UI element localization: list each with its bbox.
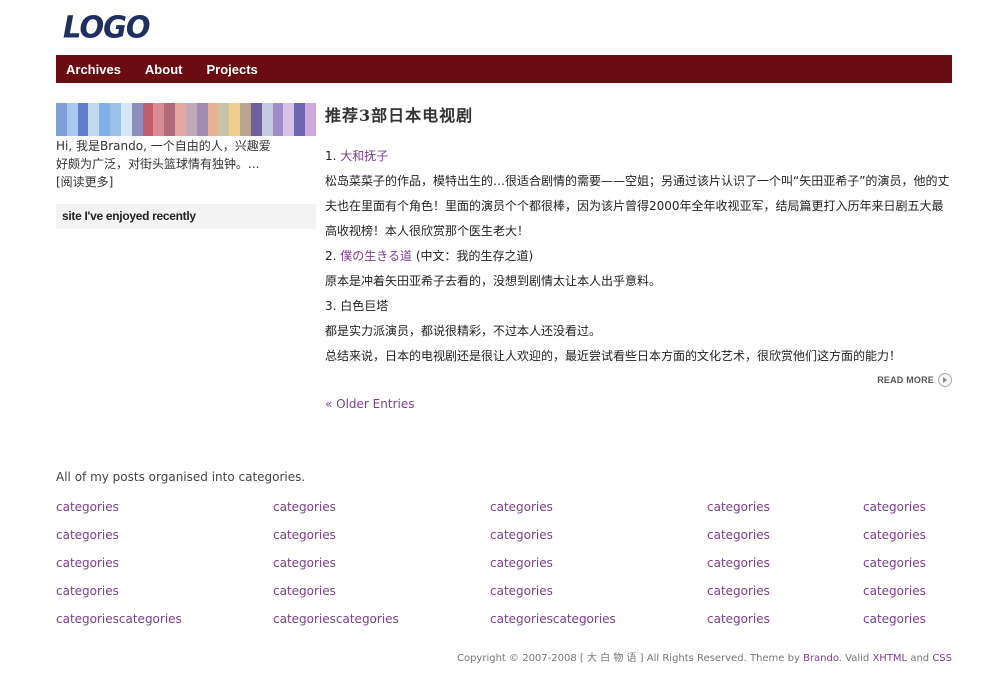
older-entries-label: « Older Entries — [325, 397, 415, 411]
banner-stripe — [66, 103, 78, 136]
category-link[interactable]: categories — [863, 556, 926, 570]
sidebar-banner-image — [56, 103, 316, 136]
banner-stripe — [175, 103, 186, 136]
banner-stripe — [250, 103, 262, 136]
author-intro: Hi, 我是Brando, 一个自由的人，兴趣爱好颇为广泛，对街头篮球情有独钟。… — [56, 139, 271, 189]
older-entries-link[interactable]: « Older Entries — [325, 397, 952, 411]
site-logo[interactable]: LOGO — [63, 9, 151, 45]
banner-stripe — [99, 103, 111, 136]
category-row: categoriescategoriescategoriescategories… — [56, 612, 952, 640]
and-text: and — [907, 653, 933, 664]
banner-stripe — [110, 103, 121, 136]
post-title[interactable]: 推荐3部日本电视剧 — [325, 102, 952, 126]
category-link[interactable]: categories — [56, 584, 119, 598]
banner-stripe — [283, 103, 295, 136]
category-link[interactable]: categories — [863, 528, 926, 542]
sidebar-box-title: site I've enjoyed recently — [56, 204, 316, 229]
category-link[interactable]: categories — [863, 500, 926, 514]
category-link[interactable]: categories — [56, 500, 119, 514]
banner-stripe — [218, 103, 230, 136]
xhtml-link[interactable]: XHTML — [872, 653, 907, 664]
category-link[interactable]: categories — [490, 584, 553, 598]
post-item-3: 3. 白色巨塔 — [325, 299, 389, 313]
categories-intro: All of my posts organised into categorie… — [56, 470, 306, 484]
category-link[interactable]: categories — [273, 528, 336, 542]
banner-stripe — [164, 103, 176, 136]
main-nav: Archives About Projects — [56, 55, 952, 83]
post-body: 1. 大和抚子 松岛菜菜子的作品，模特出生的…很适合剧情的需要——空姐；另通过该… — [325, 144, 952, 369]
category-link[interactable]: categories — [863, 584, 926, 598]
banner-stripe — [261, 103, 273, 136]
valid-text: . Valid — [838, 653, 873, 664]
nav-about[interactable]: About — [145, 62, 183, 77]
item-number: 1. — [325, 149, 341, 163]
category-link[interactable]: categories — [707, 528, 770, 542]
category-row: categories categories categories categories… — [56, 556, 952, 584]
arrow-right-icon — [938, 373, 952, 387]
banner-stripe — [88, 103, 100, 136]
category-link[interactable]: categoriescategories — [273, 612, 399, 626]
post-paragraph: 都是实力派演员，都说很精彩，不过本人还没看过。 — [325, 324, 602, 338]
theme-author-link[interactable]: Brando — [803, 653, 839, 664]
category-row: categories categories categories categories… — [56, 528, 952, 556]
banner-stripe — [229, 103, 241, 136]
category-link[interactable]: categories — [490, 500, 553, 514]
banner-stripe — [153, 103, 165, 136]
post-item-1: 1. 大和抚子 — [325, 144, 952, 169]
banner-stripe — [142, 103, 154, 136]
blog-post: 推荐3部日本电视剧 1. 大和抚子 松岛菜菜子的作品，模特出生的…很适合剧情的需… — [325, 100, 952, 411]
nav-projects[interactable]: Projects — [206, 62, 257, 77]
category-link[interactable]: categoriescategories — [56, 612, 182, 626]
post-paragraph: 松岛菜菜子的作品，模特出生的…很适合剧情的需要——空姐；另通过该片认识了一个叫“… — [325, 174, 950, 238]
post-paragraph: 原本是冲着矢田亚希子去看的，没想到剧情太让本人出乎意料。 — [325, 274, 662, 288]
category-row: categories categories categories categories… — [56, 584, 952, 612]
banner-stripe — [56, 103, 67, 136]
banner-stripe — [272, 103, 284, 136]
categories-grid: categories categories categories categories… — [56, 500, 952, 640]
category-link[interactable]: categories — [273, 500, 336, 514]
banner-stripe — [196, 103, 208, 136]
nav-archives[interactable]: Archives — [66, 62, 121, 77]
css-link[interactable]: CSS — [932, 653, 952, 664]
banner-stripe — [120, 103, 132, 136]
category-link[interactable]: categories — [863, 612, 926, 626]
banner-stripe — [185, 103, 197, 136]
category-link[interactable]: categories — [56, 556, 119, 570]
read-more-button[interactable]: READ MORE — [325, 373, 952, 387]
category-link[interactable]: categories — [490, 528, 553, 542]
post-item-2: 2. 僕の生きる道 (中文：我的生存之道) — [325, 244, 952, 269]
banner-stripe — [207, 103, 219, 136]
category-link[interactable]: categories — [56, 528, 119, 542]
banner-stripe — [294, 103, 306, 136]
category-link[interactable]: categories — [707, 500, 770, 514]
category-row: categories categories categories categories… — [56, 500, 952, 528]
drama-link-boku-no-ikiru-michi[interactable]: 僕の生きる道 — [340, 249, 412, 263]
category-link[interactable]: categories — [490, 556, 553, 570]
category-link[interactable]: categories — [707, 584, 770, 598]
item-suffix: (中文：我的生存之道) — [412, 249, 534, 263]
banner-stripe — [77, 103, 89, 136]
read-more-label: READ MORE — [877, 375, 934, 385]
footer: Copyright © 2007-2008 [ 大 白 物 语 ] All Ri… — [457, 649, 952, 664]
item-number: 2. — [325, 249, 341, 263]
category-link[interactable]: categories — [707, 556, 770, 570]
category-link[interactable]: categories — [707, 612, 770, 626]
banner-stripe — [305, 103, 316, 136]
category-link[interactable]: categoriescategories — [490, 612, 616, 626]
copyright-text: Copyright © 2007-2008 [ 大 白 物 语 ] All Ri… — [456, 653, 804, 664]
category-link[interactable]: categories — [273, 556, 336, 570]
banner-stripe — [240, 103, 251, 136]
sidebar: Hi, 我是Brando, 一个自由的人，兴趣爱好颇为广泛，对街头篮球情有独钟。… — [56, 103, 316, 229]
category-link[interactable]: categories — [273, 584, 336, 598]
post-paragraph: 总结来说，日本的电视剧还是很让人欢迎的，最近尝试看些日本方面的文化艺术，很欣赏他… — [325, 349, 902, 363]
banner-stripe — [131, 103, 143, 136]
drama-link-yamato-nadeshiko[interactable]: 大和抚子 — [340, 149, 388, 163]
